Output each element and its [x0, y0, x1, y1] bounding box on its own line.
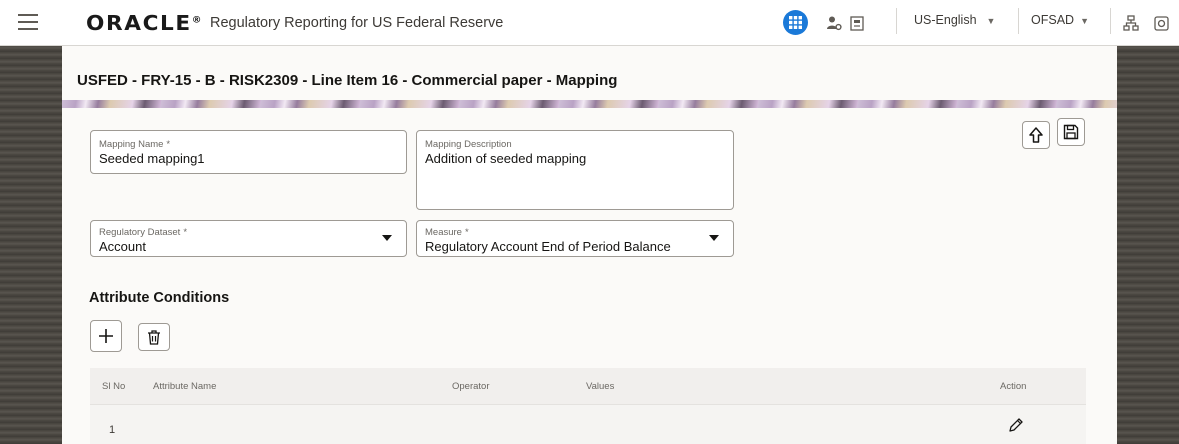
row-sl-no: 1	[109, 424, 116, 436]
column-header-operator: Operator	[452, 381, 490, 392]
save-button[interactable]	[1057, 118, 1085, 146]
user-name: OFSAD	[1031, 13, 1075, 27]
hamburger-menu-icon[interactable]	[18, 14, 38, 30]
add-condition-button[interactable]	[90, 320, 122, 352]
decorative-ribbon	[62, 100, 1117, 108]
regulatory-dataset-select[interactable]: Regulatory Dataset * Account	[90, 220, 407, 257]
arrow-up-icon	[1029, 127, 1043, 143]
mapping-description-value[interactable]: Addition of seeded mapping	[425, 151, 586, 166]
mapping-description-field[interactable]: Mapping Description Addition of seeded m…	[416, 130, 734, 210]
trash-icon	[148, 329, 160, 345]
regulatory-dataset-value: Account	[99, 239, 146, 254]
pencil-icon[interactable]	[1008, 417, 1026, 435]
column-header-values: Values	[586, 381, 615, 392]
document-icon[interactable]	[848, 14, 866, 32]
attribute-conditions-title: Attribute Conditions	[89, 290, 230, 306]
user-dropdown[interactable]: OFSAD ▼	[1031, 13, 1089, 27]
delete-condition-button[interactable]	[138, 323, 170, 351]
header-divider	[1110, 8, 1111, 34]
page-title: USFED - FRY-15 - B - RISK2309 - Line Ite…	[77, 72, 618, 89]
top-header: ORACLE® Regulatory Reporting for US Fede…	[0, 0, 1179, 46]
apps-grid-glyph	[789, 16, 802, 29]
help-icon[interactable]	[1152, 14, 1170, 32]
dropdown-arrow-icon[interactable]	[709, 235, 719, 241]
column-header-action: Action	[1000, 381, 1027, 392]
language-value: US-English	[914, 13, 977, 27]
header-divider	[896, 8, 897, 34]
column-header-attribute-name: Attribute Name	[153, 381, 217, 392]
attribute-conditions-table-header: Sl No Attribute Name Operator Values Act…	[90, 368, 1086, 404]
measure-value: Regulatory Account End of Period Balance	[425, 239, 671, 254]
right-background-texture	[1117, 46, 1179, 444]
mapping-name-field[interactable]: Mapping Name * Seeded mapping1	[90, 130, 407, 174]
save-icon	[1063, 124, 1079, 140]
language-dropdown[interactable]: US-English ▼	[914, 13, 995, 27]
column-header-sl-no: Sl No	[102, 381, 126, 392]
chevron-down-icon: ▼	[986, 16, 996, 26]
oracle-logo: ORACLE®	[86, 11, 204, 35]
measure-select[interactable]: Measure * Regulatory Account End of Perio…	[416, 220, 734, 257]
mapping-description-label: Mapping Description	[425, 139, 512, 150]
grid-icon[interactable]	[783, 10, 808, 35]
regulatory-dataset-label: Regulatory Dataset *	[99, 227, 188, 238]
user-gear-icon[interactable]	[825, 14, 843, 32]
upload-button[interactable]	[1022, 121, 1050, 149]
plus-icon	[99, 329, 113, 343]
mapping-name-value[interactable]: Seeded mapping1	[99, 151, 205, 166]
header-divider	[1018, 8, 1019, 34]
mapping-name-label: Mapping Name *	[99, 139, 171, 150]
app-title: Regulatory Reporting for US Federal Rese…	[210, 15, 504, 31]
measure-label: Measure *	[425, 227, 469, 238]
chevron-down-icon: ▼	[1080, 16, 1089, 26]
mapping-card: USFED - FRY-15 - B - RISK2309 - Line Ite…	[62, 46, 1117, 444]
sitemap-icon[interactable]	[1122, 14, 1140, 32]
dropdown-arrow-icon[interactable]	[382, 235, 392, 241]
left-background-texture	[0, 46, 62, 444]
table-row[interactable]: 1	[90, 404, 1086, 444]
